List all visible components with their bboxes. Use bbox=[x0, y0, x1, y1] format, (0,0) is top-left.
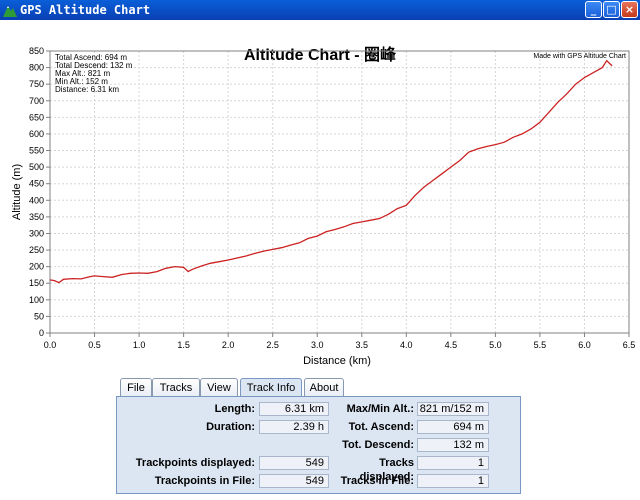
tab-about[interactable]: About bbox=[304, 378, 344, 396]
minimize-icon: _ bbox=[590, 3, 597, 16]
x-tick-label: 0.5 bbox=[88, 340, 101, 350]
y-tick-label: 50 bbox=[34, 311, 44, 321]
y-tick-label: 250 bbox=[29, 245, 44, 255]
mountain-app-icon bbox=[3, 6, 17, 17]
length-label: Length: bbox=[214, 403, 255, 415]
x-tick-label: 6.5 bbox=[623, 340, 636, 350]
y-tick-label: 550 bbox=[29, 146, 44, 156]
track-info-content: Length: 6.31 km Duration: 2.39 h Trackpo… bbox=[116, 396, 521, 494]
window-title: GPS Altitude Chart bbox=[20, 3, 151, 17]
max-min-alt-value: 821 m/152 m bbox=[417, 402, 489, 416]
total-ascend-value: 694 m bbox=[417, 420, 489, 434]
y-tick-label: 850 bbox=[29, 46, 44, 56]
x-tick-label: 3.5 bbox=[356, 340, 369, 350]
stats-line: Distance: 6.31 km bbox=[55, 85, 119, 94]
duration-value: 2.39 h bbox=[259, 420, 329, 434]
y-tick-label: 150 bbox=[29, 278, 44, 288]
close-button[interactable]: × bbox=[621, 1, 638, 18]
window-titlebar[interactable]: GPS Altitude Chart _ □ × bbox=[0, 0, 640, 20]
trackpoints-in-file-label: Trackpoints in File: bbox=[154, 475, 255, 487]
tab-tracks[interactable]: Tracks bbox=[152, 378, 200, 396]
x-tick-label: 4.0 bbox=[400, 340, 413, 350]
tab-track-info[interactable]: Track Info bbox=[240, 378, 302, 397]
total-ascend-label: Tot. Ascend: bbox=[348, 421, 414, 433]
altitude-series-line bbox=[49, 59, 613, 284]
tab-view[interactable]: View bbox=[200, 378, 238, 396]
watermark-text: Made with GPS Altitude Chart bbox=[533, 53, 626, 60]
y-axis-ticks: 0 50 100 150 200 250 300 350 400 450 500 550 600 650 7… bbox=[29, 46, 50, 338]
trackpoints-displayed-label: Trackpoints displayed: bbox=[135, 457, 255, 469]
x-tick-label: 0.0 bbox=[44, 340, 57, 350]
y-axis-label: Altitude (m) bbox=[11, 164, 23, 220]
y-tick-label: 450 bbox=[29, 179, 44, 189]
y-tick-label: 300 bbox=[29, 228, 44, 238]
trackpoints-displayed-value: 549 bbox=[259, 456, 329, 470]
close-icon: × bbox=[624, 3, 635, 16]
y-tick-label: 100 bbox=[29, 295, 44, 305]
y-tick-label: 500 bbox=[29, 162, 44, 172]
altitude-chart-area[interactable]: Altitude Chart - 圈峰 0 50 100 150 200 250 300 35… bbox=[0, 20, 640, 372]
altitude-plot[interactable]: 0 50 100 150 200 250 300 350 400 450 500 550 600 650 7… bbox=[0, 20, 640, 372]
maximize-button[interactable]: □ bbox=[603, 1, 620, 18]
y-tick-label: 650 bbox=[29, 112, 44, 122]
x-tick-label: 5.0 bbox=[489, 340, 502, 350]
trackpoints-in-file-value: 549 bbox=[259, 474, 329, 488]
x-tick-label: 6.0 bbox=[578, 340, 591, 350]
y-tick-label: 350 bbox=[29, 212, 44, 222]
x-tick-label: 4.5 bbox=[445, 340, 458, 350]
length-value: 6.31 km bbox=[259, 402, 329, 416]
tracks-in-file-value: 1 bbox=[417, 474, 489, 488]
stats-overlay: Total Ascend: 694 mTotal Descend: 132 mM… bbox=[55, 53, 133, 94]
x-axis-ticks: 0.0 0.5 1.0 1.5 2.0 2.5 3.0 3.5 4.0 4.5 5.0 5.5 6.0 6… bbox=[44, 333, 636, 350]
y-tick-label: 750 bbox=[29, 79, 44, 89]
x-tick-label: 5.5 bbox=[534, 340, 547, 350]
y-tick-label: 0 bbox=[39, 328, 44, 338]
y-tick-label: 800 bbox=[29, 63, 44, 73]
tracks-displayed-value: 1 bbox=[417, 456, 489, 470]
maximize-icon: □ bbox=[606, 3, 617, 16]
y-tick-label: 600 bbox=[29, 129, 44, 139]
x-tick-label: 2.0 bbox=[222, 340, 235, 350]
y-tick-label: 200 bbox=[29, 262, 44, 272]
x-tick-label: 2.5 bbox=[266, 340, 279, 350]
x-tick-label: 3.0 bbox=[311, 340, 324, 350]
x-axis-label: Distance (km) bbox=[303, 355, 371, 367]
minimize-button[interactable]: _ bbox=[585, 1, 602, 18]
tab-file[interactable]: File bbox=[120, 378, 152, 396]
tracks-in-file-label: Tracks in File: bbox=[340, 475, 414, 487]
y-tick-label: 400 bbox=[29, 195, 44, 205]
x-tick-label: 1.0 bbox=[133, 340, 146, 350]
total-descend-label: Tot. Descend: bbox=[342, 439, 414, 451]
plot-grid bbox=[49, 50, 630, 334]
total-descend-value: 132 m bbox=[417, 438, 489, 452]
plot-frame bbox=[49, 50, 630, 334]
track-panel: File Tracks View Track Info About Length… bbox=[116, 378, 521, 494]
duration-label: Duration: bbox=[206, 421, 255, 433]
max-min-alt-label: Max/Min Alt.: bbox=[346, 403, 414, 415]
y-tick-label: 700 bbox=[29, 96, 44, 106]
x-tick-label: 1.5 bbox=[177, 340, 190, 350]
